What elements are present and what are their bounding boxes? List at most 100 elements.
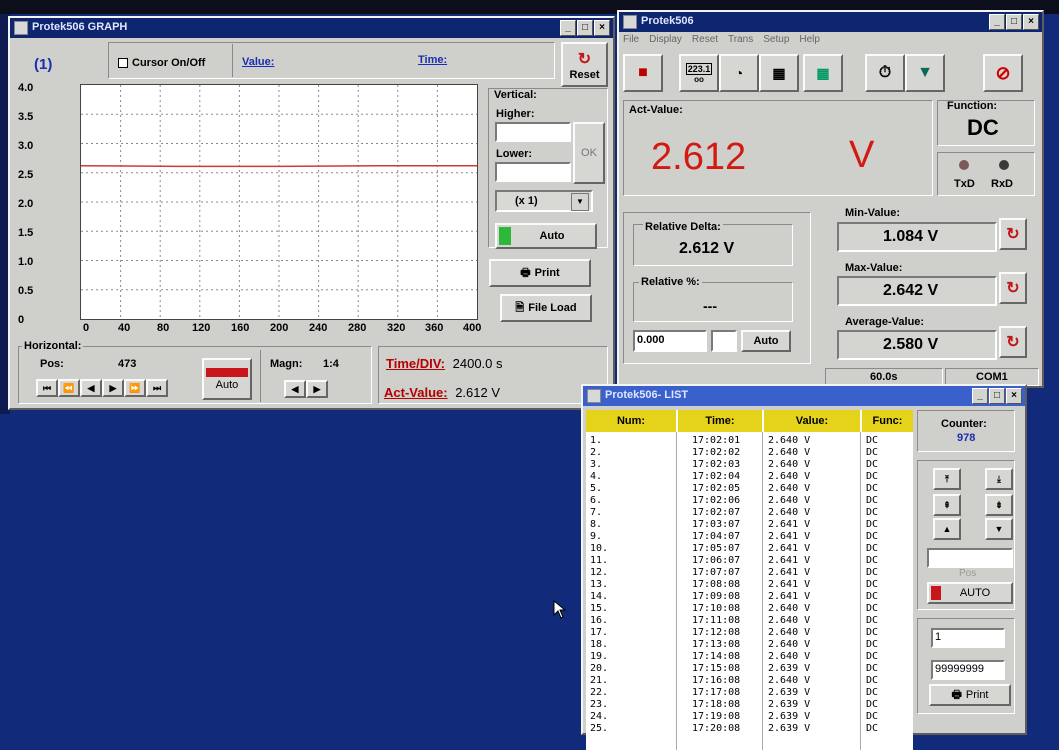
menu-help[interactable]: Help <box>799 34 820 45</box>
list-auto-button[interactable]: AUTO <box>927 582 1013 604</box>
vertical-auto-button[interactable]: Auto <box>495 223 597 249</box>
table-row[interactable]: 12. 17:07:07 2.641 V DC <box>586 567 913 579</box>
table-row[interactable]: 24. 17:19:08 2.639 V DC <box>586 711 913 723</box>
table-row[interactable]: 13. 17:08:08 2.641 V DC <box>586 579 913 591</box>
line-up-icon[interactable]: ▲ <box>933 518 961 540</box>
menu-trans[interactable]: Trans <box>728 34 753 45</box>
table-row[interactable]: 19. 17:14:08 2.640 V DC <box>586 651 913 663</box>
table-row[interactable]: 7. 17:02:07 2.640 V DC <box>586 507 913 519</box>
table-row[interactable]: 23. 17:18:08 2.639 V DC <box>586 699 913 711</box>
cursor-toggle[interactable]: Cursor On/Off <box>118 57 205 69</box>
reset-button[interactable]: ↻ Reset <box>561 42 608 87</box>
magn-right-icon[interactable]: ▶ <box>306 380 328 398</box>
relative-auto-button[interactable]: Auto <box>741 330 791 352</box>
step-forward-icon[interactable]: ▶ <box>102 379 124 397</box>
maximize-button[interactable]: □ <box>1006 14 1022 30</box>
table-row[interactable]: 20. 17:15:08 2.639 V DC <box>586 663 913 675</box>
minimize-button[interactable]: _ <box>972 388 988 404</box>
min-reset-icon[interactable]: ↻ <box>999 218 1027 250</box>
menu-setup[interactable]: Setup <box>763 34 789 45</box>
scroll-top-icon[interactable]: ⤒ <box>933 468 961 490</box>
main-title-bar[interactable]: Protek506 _ □ × <box>619 12 1042 32</box>
row-func: DC <box>866 543 879 554</box>
plot-area[interactable] <box>80 84 478 320</box>
first-icon[interactable]: ⏮ <box>36 379 58 397</box>
from-input[interactable]: 1 <box>931 628 1005 648</box>
col-time[interactable]: Time: <box>678 410 764 432</box>
table-row[interactable]: 8. 17:03:07 2.641 V DC <box>586 519 913 531</box>
table-row[interactable]: 3. 17:02:03 2.640 V DC <box>586 459 913 471</box>
filter-icon[interactable]: ▼ <box>905 54 945 92</box>
scale-select[interactable]: (x 1) ▼ <box>495 190 593 212</box>
gauge-icon[interactable]: ◔ <box>719 54 759 92</box>
maximize-button[interactable]: □ <box>577 20 593 36</box>
table-row[interactable]: 21. 17:16:08 2.640 V DC <box>586 675 913 687</box>
page-down-icon[interactable]: ⇟ <box>985 494 1013 516</box>
minimize-button[interactable]: _ <box>560 20 576 36</box>
higher-input[interactable] <box>495 122 571 142</box>
line-down-icon[interactable]: ▼ <box>985 518 1013 540</box>
close-button[interactable]: × <box>594 20 610 36</box>
table-row[interactable]: 10. 17:05:07 2.641 V DC <box>586 543 913 555</box>
table-row[interactable]: 5. 17:02:05 2.640 V DC <box>586 483 913 495</box>
stop-icon[interactable]: ⊘ <box>983 54 1023 92</box>
ok-label: OK <box>581 147 597 159</box>
col-func[interactable]: Func: <box>862 410 913 432</box>
close-button[interactable]: × <box>1006 388 1022 404</box>
ok-button[interactable]: OK <box>573 122 605 184</box>
lower-input[interactable] <box>495 162 571 182</box>
row-func: DC <box>866 531 879 542</box>
pos-input[interactable] <box>927 548 1013 568</box>
print-button[interactable]: 🖶 Print <box>489 259 591 287</box>
magn-left-icon[interactable]: ◀ <box>284 380 306 398</box>
step-back-icon[interactable]: ◀ <box>80 379 102 397</box>
display-icon[interactable]: 223.1 oo <box>679 54 719 92</box>
table-row[interactable]: 18. 17:13:08 2.640 V DC <box>586 639 913 651</box>
fast-forward-icon[interactable]: ⏩ <box>124 379 146 397</box>
table-row[interactable]: 14. 17:09:08 2.641 V DC <box>586 591 913 603</box>
row-num: 7. <box>590 507 603 518</box>
maximize-button[interactable]: □ <box>989 388 1005 404</box>
table-row[interactable]: 22. 17:17:08 2.639 V DC <box>586 687 913 699</box>
table-row[interactable]: 16. 17:11:08 2.640 V DC <box>586 615 913 627</box>
from-value: 1 <box>935 631 942 643</box>
table-row[interactable]: 1. 17:02:01 2.640 V DC <box>586 435 913 447</box>
offset-unit-input[interactable] <box>711 330 737 352</box>
cursor-checkbox[interactable] <box>118 58 128 68</box>
table-row[interactable]: 2. 17:02:02 2.640 V DC <box>586 447 913 459</box>
table-row[interactable]: 17. 17:12:08 2.640 V DC <box>586 627 913 639</box>
scroll-bottom-icon[interactable]: ⤓ <box>985 468 1013 490</box>
measurement-list[interactable]: Num: Time: Value: Func: 1. 17:02:01 2.640 … <box>586 410 913 750</box>
table-row[interactable]: 9. 17:04:07 2.641 V DC <box>586 531 913 543</box>
file-load-button[interactable]: 🗎 File Load <box>500 294 592 322</box>
menu-file[interactable]: File <box>623 34 639 45</box>
table-row[interactable]: 6. 17:02:06 2.640 V DC <box>586 495 913 507</box>
rewind-icon[interactable]: ⏪ <box>58 379 80 397</box>
page-up-icon[interactable]: ⇞ <box>933 494 961 516</box>
graph-title-bar[interactable]: Protek506 GRAPH _ □ × <box>10 18 613 38</box>
last-icon[interactable]: ⏭ <box>146 379 168 397</box>
table-row[interactable]: 11. 17:06:07 2.641 V DC <box>586 555 913 567</box>
menu-reset[interactable]: Reset <box>692 34 718 45</box>
table-icon[interactable]: ▦ <box>803 54 843 92</box>
row-num: 17. <box>590 627 609 638</box>
table-row[interactable]: 4. 17:02:04 2.640 V DC <box>586 471 913 483</box>
horizontal-auto-button[interactable]: Auto <box>202 358 252 400</box>
table-row[interactable]: 15. 17:10:08 2.640 V DC <box>586 603 913 615</box>
timer-icon[interactable]: ⏱ <box>865 54 905 92</box>
list-title-bar[interactable]: Protek506- LIST _ □ × <box>583 386 1025 406</box>
meter-icon[interactable]: ▦ <box>759 54 799 92</box>
menu-display[interactable]: Display <box>649 34 682 45</box>
to-input[interactable]: 99999999 <box>931 660 1005 680</box>
table-row[interactable]: 25. 17:20:08 2.639 V DC <box>586 723 913 735</box>
col-value[interactable]: Value: <box>764 410 862 432</box>
offset-input[interactable]: 0.000 <box>633 330 707 352</box>
list-print-button[interactable]: 🖶 Print <box>929 684 1011 706</box>
minimize-button[interactable]: _ <box>989 14 1005 30</box>
close-button[interactable]: × <box>1023 14 1039 30</box>
col-num[interactable]: Num: <box>586 410 678 432</box>
max-reset-icon[interactable]: ↻ <box>999 272 1027 304</box>
list-auto-label: AUTO <box>959 587 991 599</box>
exit-icon[interactable]: ■ <box>623 54 663 92</box>
avg-reset-icon[interactable]: ↻ <box>999 326 1027 358</box>
